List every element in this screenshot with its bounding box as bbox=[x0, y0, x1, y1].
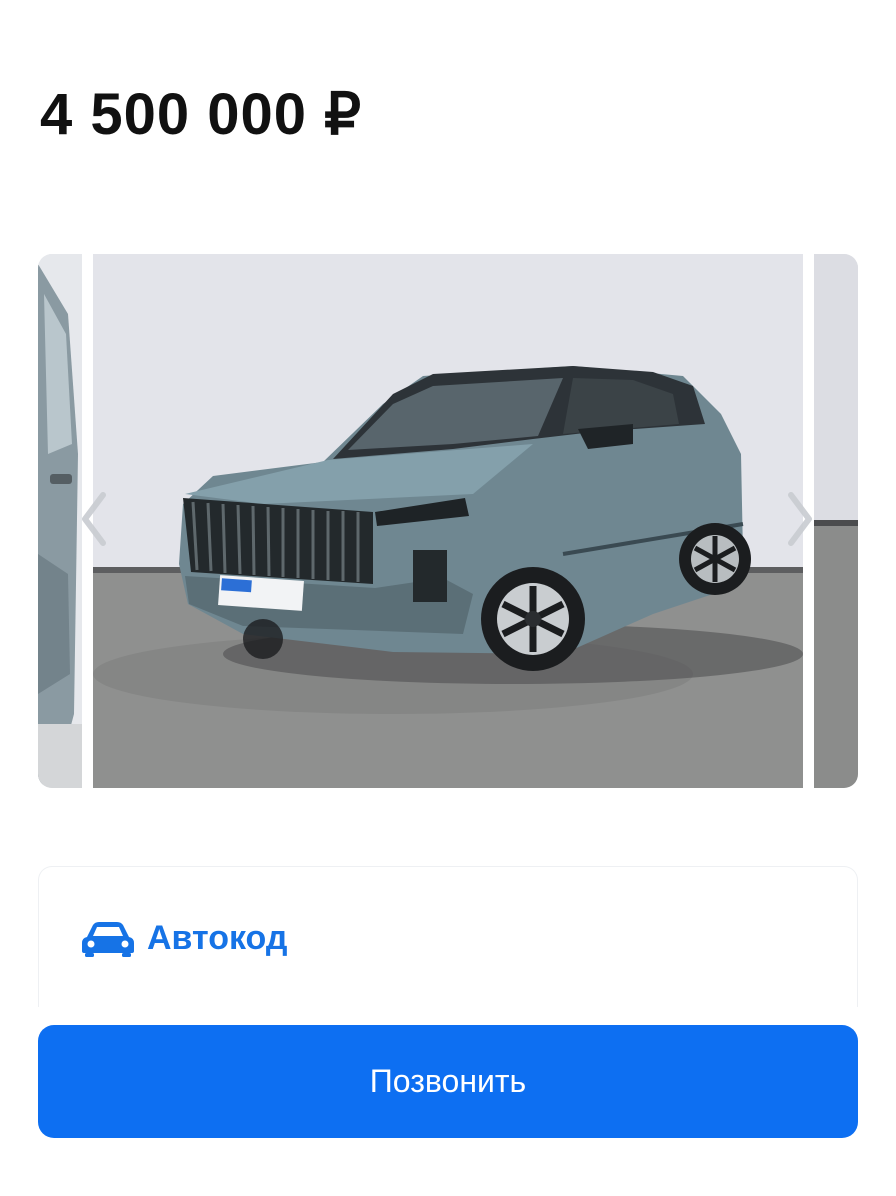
call-button[interactable]: Позвонить bbox=[38, 1025, 858, 1138]
gallery-photo-next[interactable] bbox=[814, 254, 858, 788]
seller-card: Автокод bbox=[38, 866, 858, 1007]
car-icon bbox=[82, 921, 134, 957]
seller-name[interactable]: Автокод bbox=[147, 919, 287, 958]
photo-gallery[interactable] bbox=[0, 254, 896, 788]
gallery-photo-main[interactable] bbox=[93, 254, 803, 788]
seller-link[interactable]: Автокод bbox=[81, 919, 287, 958]
gallery-prev-button[interactable] bbox=[74, 484, 114, 554]
listing-page: 4 500 000 ₽ Автокод Позвонить bbox=[0, 0, 896, 1196]
price-label: 4 500 000 ₽ bbox=[40, 82, 363, 147]
gallery-next-button[interactable] bbox=[780, 484, 820, 554]
chevron-left-icon bbox=[82, 492, 106, 546]
chevron-right-icon bbox=[788, 492, 812, 546]
